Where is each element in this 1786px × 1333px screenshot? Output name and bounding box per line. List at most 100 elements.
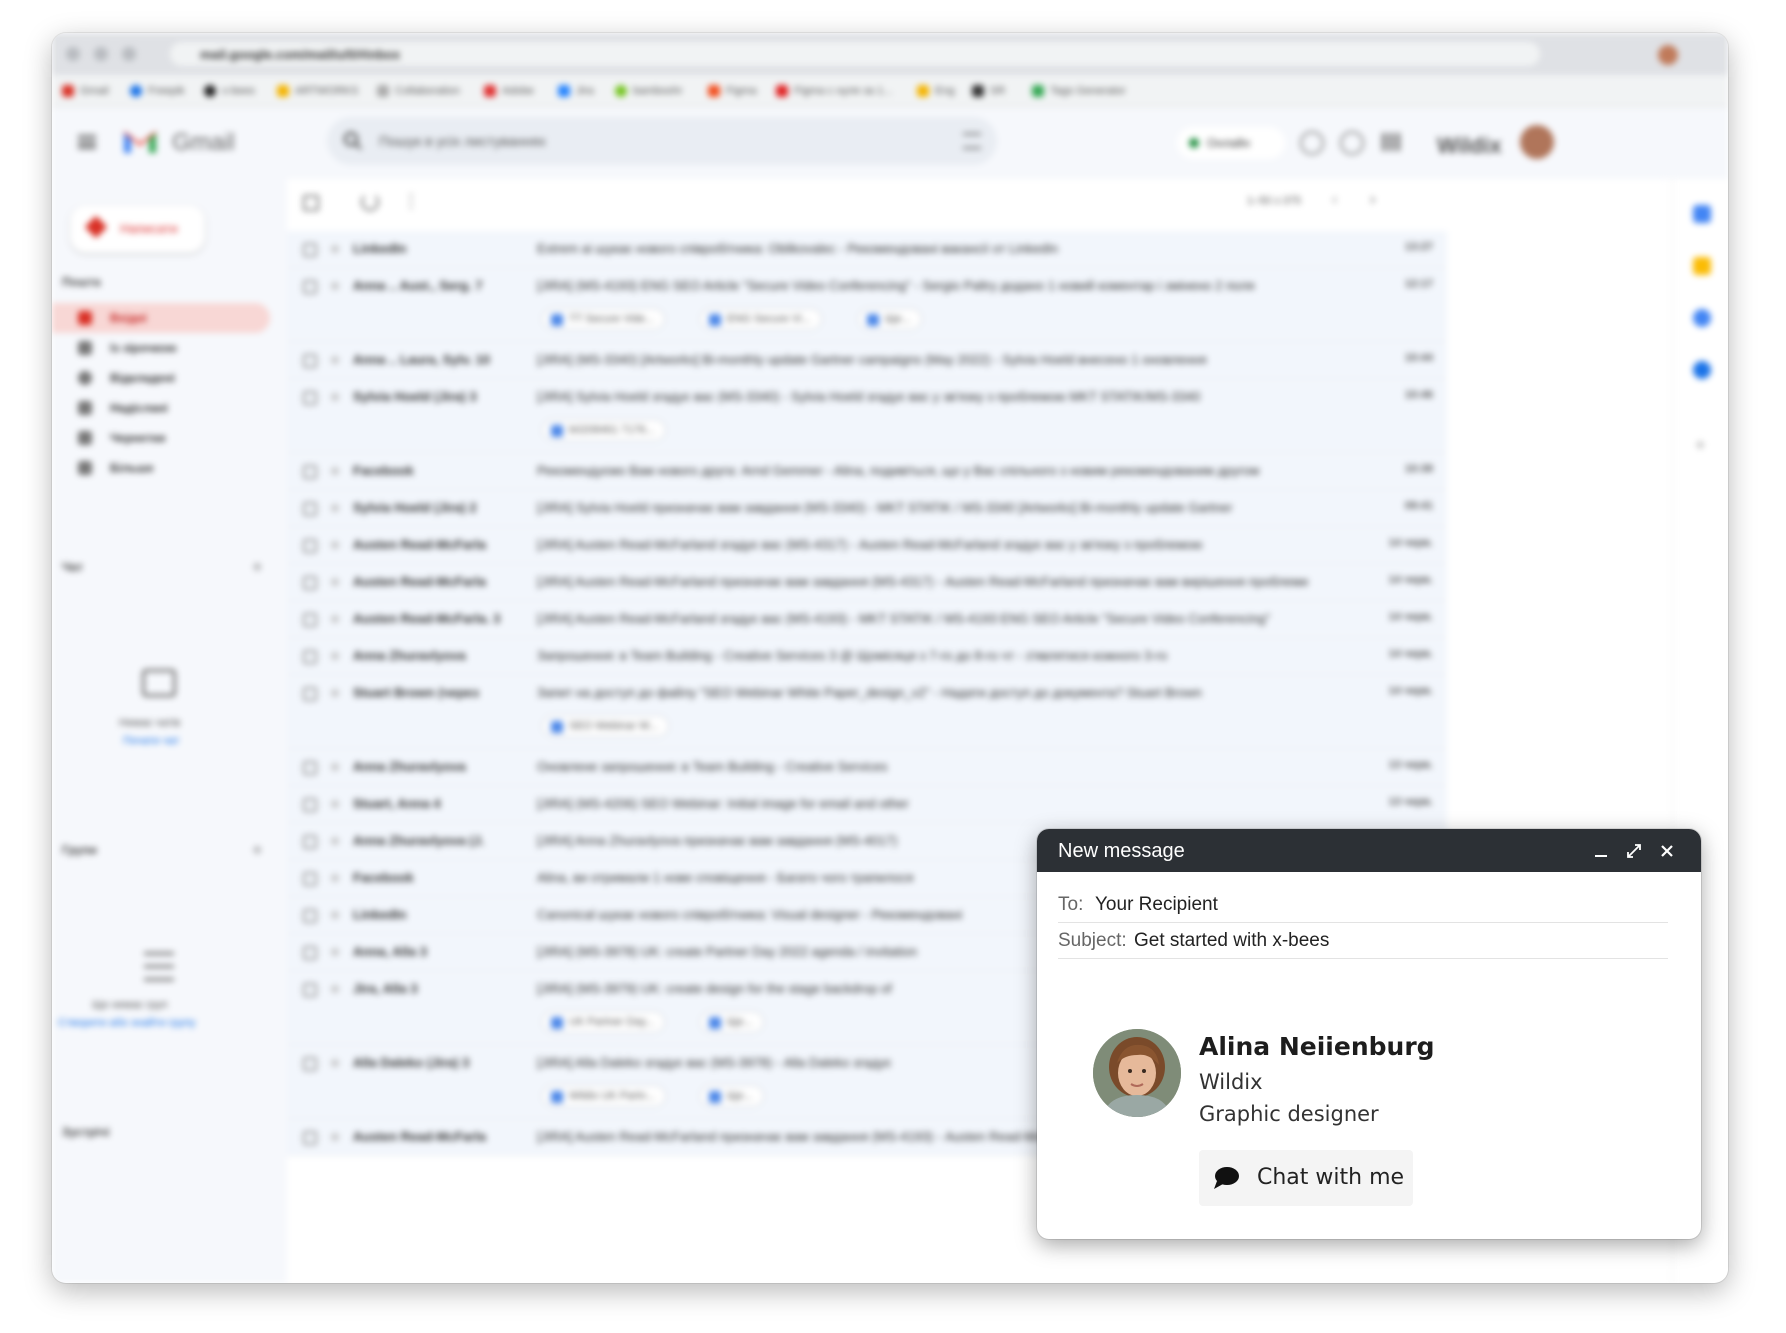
row-checkbox[interactable] bbox=[303, 761, 317, 775]
calendar-icon[interactable] bbox=[1693, 205, 1711, 223]
more-vert-icon[interactable]: ⋮ bbox=[402, 191, 420, 212]
star-icon[interactable] bbox=[329, 872, 341, 883]
bookmark-item[interactable]: Jira bbox=[558, 84, 594, 98]
sidebar-item-drafts[interactable]: Чернетки bbox=[52, 423, 287, 453]
email-row[interactable]: Anna Zhuravlyova Запрошення: в Team Build… bbox=[287, 638, 1447, 675]
email-row[interactable]: Anna .. Laura, Sylv. 10 [JIRA] (MS-3340) … bbox=[287, 342, 1447, 379]
sidebar-item-starred[interactable]: Із зірочкою bbox=[52, 333, 287, 363]
row-checkbox[interactable] bbox=[303, 613, 317, 627]
attachment-chip[interactable]: SEO Webinar W... bbox=[542, 715, 670, 737]
email-row[interactable]: Austen Read-McFarla. 3 [JIRA] Austen Read… bbox=[287, 601, 1447, 638]
bookmark-item[interactable]: Eng bbox=[917, 84, 955, 98]
bookmark-item[interactable]: SR bbox=[972, 84, 1005, 98]
mail-search-bar[interactable]: Пошук в усіх листуваннях bbox=[327, 117, 997, 165]
sidebar-item-snoozed[interactable]: Відкладені bbox=[52, 363, 287, 393]
status-pill[interactable]: Онлайн bbox=[1177, 127, 1285, 159]
minimize-icon[interactable] bbox=[1590, 840, 1612, 862]
star-icon[interactable] bbox=[329, 687, 341, 698]
star-icon[interactable] bbox=[329, 983, 341, 994]
bookmark-item[interactable]: Tags Generator bbox=[1032, 84, 1126, 98]
star-icon[interactable] bbox=[329, 835, 341, 846]
star-icon[interactable] bbox=[329, 798, 341, 809]
row-checkbox[interactable] bbox=[303, 576, 317, 590]
row-checkbox[interactable] bbox=[303, 391, 317, 405]
attachment-chip[interactable]: b0208461 7176... bbox=[542, 419, 666, 441]
attachment-chip[interactable]: Ще... bbox=[700, 1011, 764, 1033]
settings-icon[interactable] bbox=[1340, 131, 1364, 155]
star-icon[interactable] bbox=[329, 650, 341, 661]
search-options-icon[interactable] bbox=[963, 133, 981, 149]
row-checkbox[interactable] bbox=[303, 539, 317, 553]
star-icon[interactable] bbox=[329, 909, 341, 920]
star-icon[interactable] bbox=[329, 280, 341, 291]
row-checkbox[interactable] bbox=[303, 1131, 317, 1145]
refresh-icon[interactable] bbox=[361, 193, 379, 211]
add-space-icon[interactable]: + bbox=[252, 840, 263, 861]
email-row[interactable]: Sylvia Hoeld (Jira) 3 [JIRA] Sylvia Hoeld… bbox=[287, 379, 1447, 453]
star-icon[interactable] bbox=[329, 391, 341, 402]
attachment-chip[interactable]: Wildix UK Partn... bbox=[542, 1085, 667, 1107]
star-icon[interactable] bbox=[329, 243, 341, 254]
create-space-link[interactable]: Створити або знайти групу bbox=[58, 1017, 196, 1029]
bookmark-item[interactable]: Gmail bbox=[62, 84, 109, 98]
bookmark-item[interactable]: bamboohr bbox=[615, 84, 683, 98]
star-icon[interactable] bbox=[329, 465, 341, 476]
search-icon[interactable] bbox=[343, 131, 363, 151]
sidebar-item-more[interactable]: Більше bbox=[52, 453, 287, 483]
star-icon[interactable] bbox=[329, 613, 341, 624]
menu-icon[interactable] bbox=[78, 135, 96, 149]
subject-field[interactable]: Subject: Get started with x-bees bbox=[1058, 919, 1668, 959]
email-row[interactable]: Austen Read-McFarla [JIRA] Austen Read-Mc… bbox=[287, 564, 1447, 601]
chat-with-me-button[interactable]: Chat with me bbox=[1199, 1150, 1413, 1206]
attachment-chip[interactable]: Ще... bbox=[858, 308, 922, 330]
reload-icon[interactable] bbox=[122, 47, 136, 61]
row-checkbox[interactable] bbox=[303, 650, 317, 664]
email-row[interactable]: Stuart Brown (через Запит на доступ до фа… bbox=[287, 675, 1447, 749]
star-icon[interactable] bbox=[329, 502, 341, 513]
help-icon[interactable] bbox=[1300, 131, 1324, 155]
prev-page-icon[interactable]: ‹ bbox=[1332, 191, 1337, 209]
row-checkbox[interactable] bbox=[303, 983, 317, 997]
bookmark-item[interactable]: Freepik bbox=[130, 84, 185, 98]
star-icon[interactable] bbox=[329, 576, 341, 587]
email-row[interactable]: Austen Read-McFarla [JIRA] Austen Read-Mc… bbox=[287, 527, 1447, 564]
compose-button[interactable]: Написати bbox=[70, 205, 205, 253]
section-spaces[interactable]: Групи bbox=[62, 843, 97, 857]
email-row[interactable]: Stuart, Anna 4 [JIRA] (MS-4206) SEO Webin… bbox=[287, 786, 1447, 823]
select-all-checkbox[interactable] bbox=[303, 195, 319, 211]
address-bar[interactable]: mail.google.com/mail/u/0/#inbox bbox=[170, 42, 1540, 66]
subject-value[interactable]: Get started with x-bees bbox=[1134, 930, 1329, 952]
add-addon-icon[interactable]: + bbox=[1695, 435, 1706, 456]
sidebar-item-inbox[interactable]: Вхідні bbox=[52, 303, 270, 333]
bookmark-item[interactable]: x-bees bbox=[204, 84, 255, 98]
star-icon[interactable] bbox=[329, 946, 341, 957]
browser-profile-avatar[interactable] bbox=[1658, 45, 1678, 65]
to-field[interactable]: To: Your Recipient bbox=[1058, 883, 1668, 923]
row-checkbox[interactable] bbox=[303, 835, 317, 849]
bookmark-item[interactable]: ARTWORKS bbox=[277, 84, 358, 98]
star-icon[interactable] bbox=[329, 1131, 341, 1142]
expand-icon[interactable] bbox=[1623, 840, 1645, 862]
section-meet[interactable]: Зустрічі bbox=[62, 1125, 109, 1139]
row-checkbox[interactable] bbox=[303, 243, 317, 257]
start-chat-link[interactable]: Почати чат bbox=[123, 735, 179, 747]
row-checkbox[interactable] bbox=[303, 946, 317, 960]
forward-icon[interactable] bbox=[94, 47, 108, 61]
email-row[interactable]: LinkedIn Extrem ai шукає нового співробіт… bbox=[287, 231, 1447, 268]
back-icon[interactable] bbox=[66, 47, 80, 61]
section-mail[interactable]: Пошта bbox=[62, 275, 101, 289]
contacts-icon[interactable] bbox=[1693, 361, 1711, 379]
row-checkbox[interactable] bbox=[303, 280, 317, 294]
star-icon[interactable] bbox=[329, 1057, 341, 1068]
bookmark-item[interactable]: Figma с нуля за 1... bbox=[776, 84, 892, 98]
row-checkbox[interactable] bbox=[303, 909, 317, 923]
close-icon[interactable] bbox=[1656, 840, 1678, 862]
bookmark-item[interactable]: Collaboration bbox=[377, 84, 460, 98]
star-icon[interactable] bbox=[329, 761, 341, 772]
keep-icon[interactable] bbox=[1693, 257, 1711, 275]
row-checkbox[interactable] bbox=[303, 872, 317, 886]
apps-grid-icon[interactable] bbox=[1382, 133, 1400, 151]
bookmark-item[interactable]: Adobe bbox=[484, 84, 534, 98]
attachment-chip[interactable]: TT Secure Vide... bbox=[542, 308, 666, 330]
attachment-chip[interactable]: Ще... bbox=[700, 1085, 764, 1107]
